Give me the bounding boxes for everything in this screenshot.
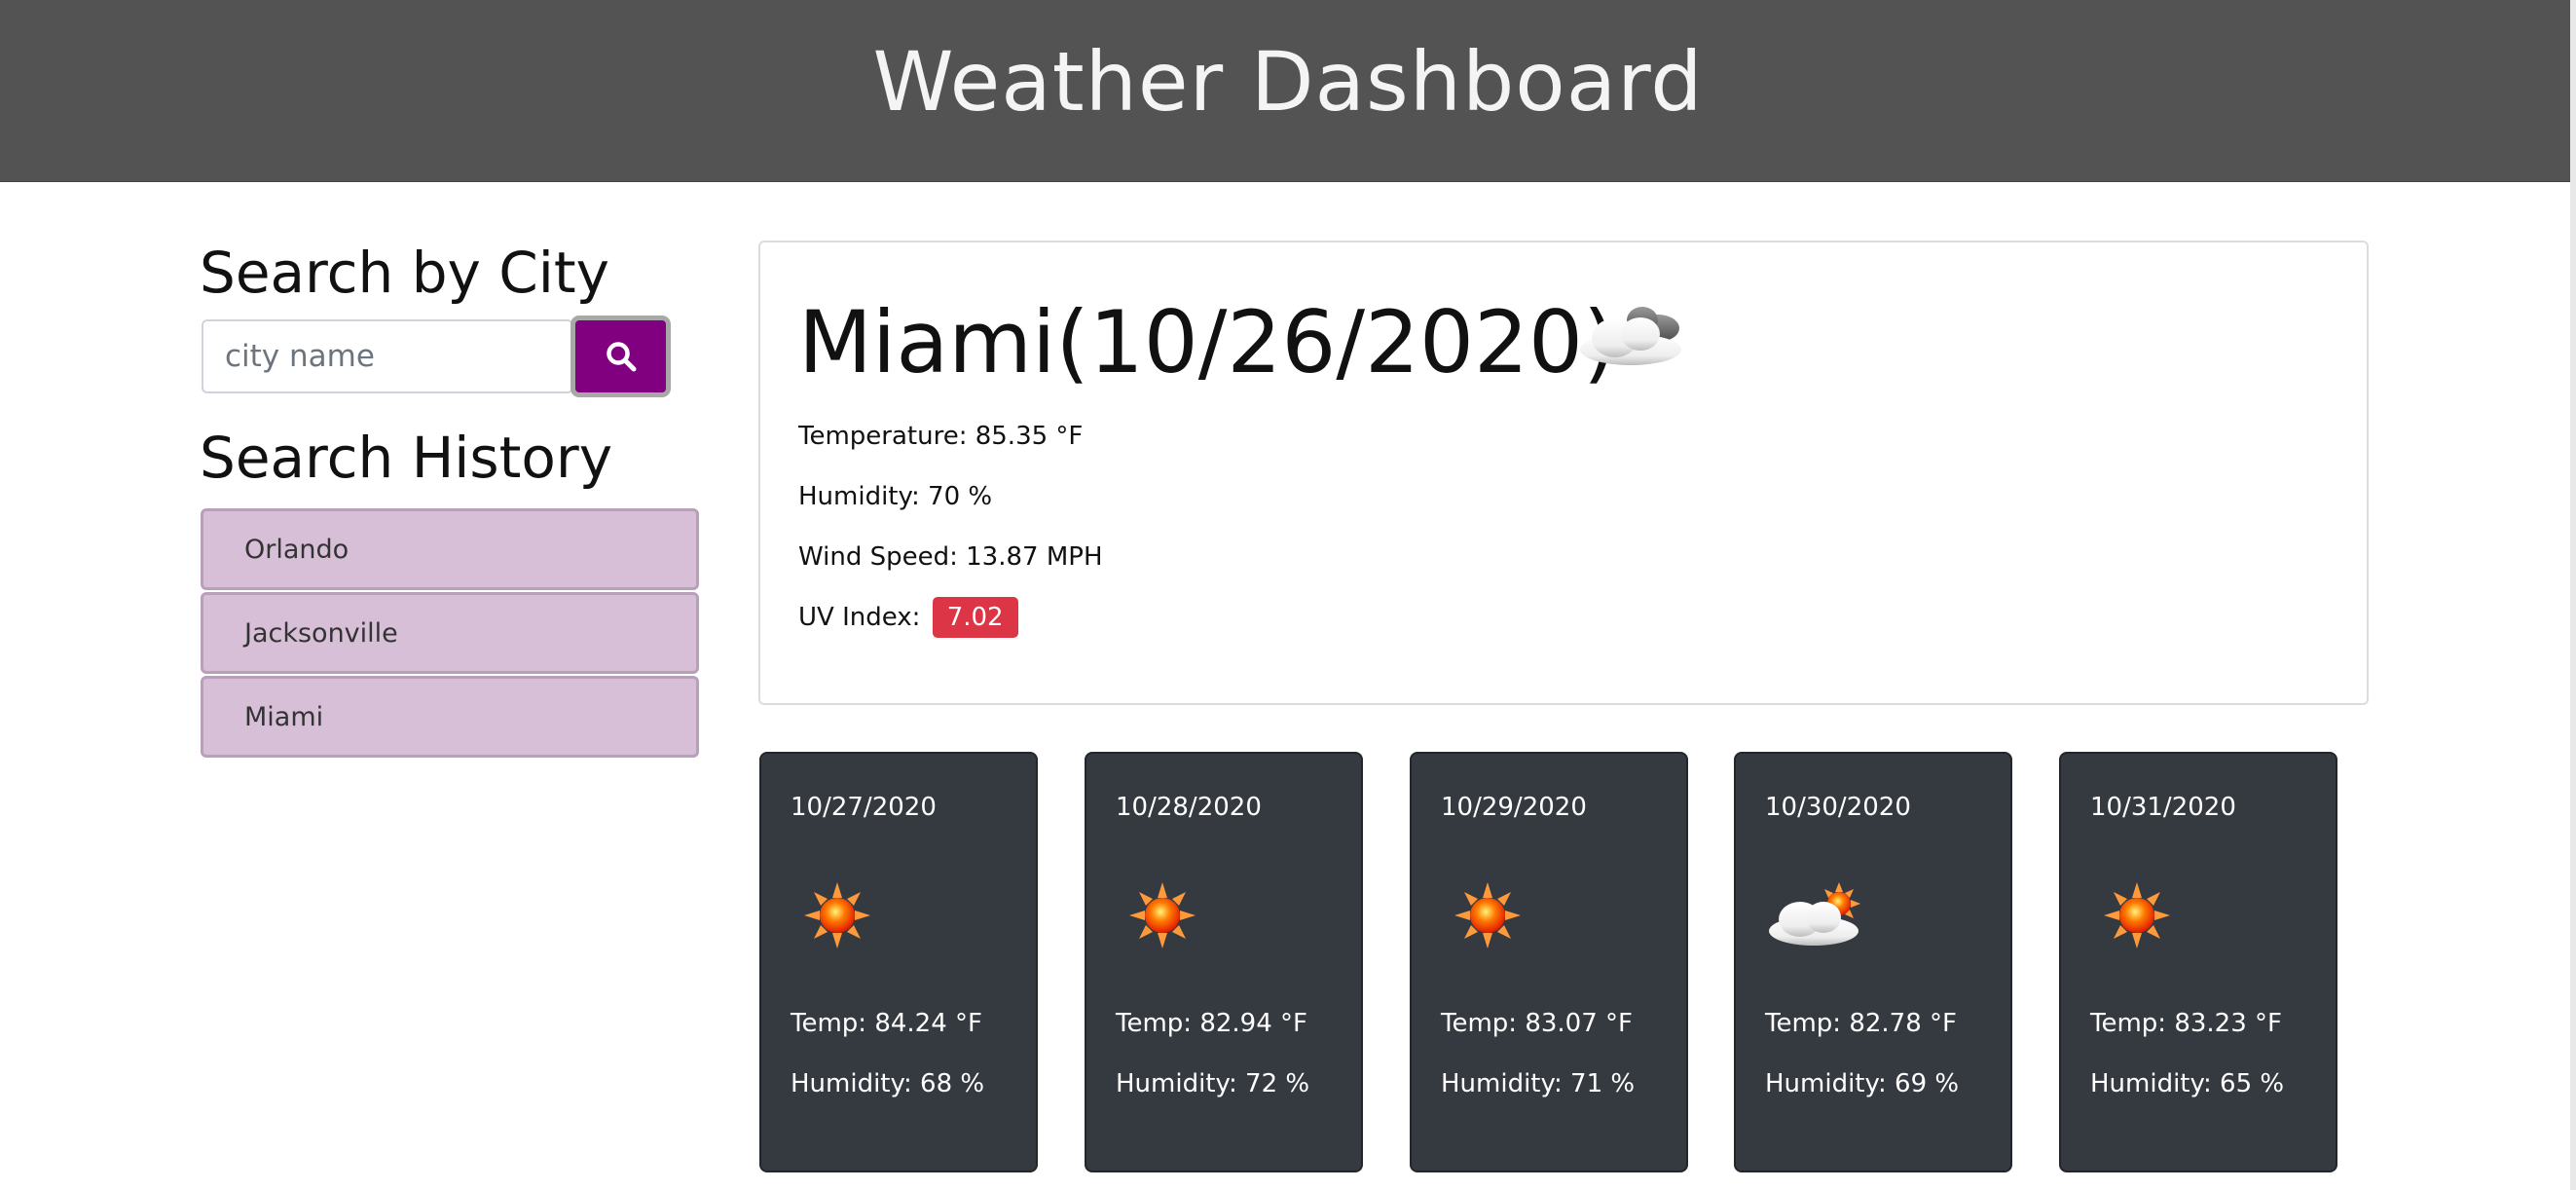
current-humidity: Humidity: 70 % <box>798 482 993 511</box>
history-item-label: Jacksonville <box>244 617 398 649</box>
forecast-humidity: Humidity: 69 % <box>1765 1069 1960 1098</box>
current-city-title: Miami(10/26/2020) <box>798 292 1617 392</box>
uv-label: UV Index: <box>798 603 921 632</box>
sun-icon <box>1441 869 1534 966</box>
history-title: Search History <box>200 425 613 491</box>
current-weather-card: Miami(10/26/2020) Temperature: 85.35 °F … <box>758 241 2369 705</box>
forecast-date: 10/28/2020 <box>1116 793 1262 822</box>
current-wind-speed: Wind Speed: 13.87 MPH <box>798 542 1103 572</box>
sun-icon <box>1116 869 1209 966</box>
forecast-humidity: Humidity: 71 % <box>1441 1069 1636 1098</box>
forecast-card: 10/27/2020 Temp: 84.24 °F Humidity: 68 % <box>759 752 1038 1172</box>
forecast-humidity: Humidity: 68 % <box>791 1069 985 1098</box>
search-icon <box>605 340 638 373</box>
forecast-temp: Temp: 82.78 °F <box>1765 1009 1957 1038</box>
uv-index-badge: 7.02 <box>932 597 1018 638</box>
city-search-input[interactable] <box>202 319 573 393</box>
page-title: Weather Dashboard <box>872 34 1704 130</box>
forecast-card: 10/31/2020 Temp: 83.23 °F Humidity: 65 % <box>2059 752 2337 1172</box>
history-item-miami[interactable]: Miami <box>201 676 699 758</box>
app-header: Weather Dashboard <box>0 0 2576 182</box>
sun-icon <box>791 869 884 966</box>
current-temperature: Temperature: 85.35 °F <box>798 422 1084 451</box>
forecast-date: 10/30/2020 <box>1765 793 1911 822</box>
current-uv-row: UV Index: 7.02 <box>798 597 1018 638</box>
forecast-temp: Temp: 83.23 °F <box>2090 1009 2282 1038</box>
forecast-date: 10/31/2020 <box>2090 793 2236 822</box>
forecast-card: 10/30/2020 Temp: 82.78 °F Humidity: 69 % <box>1734 752 2012 1172</box>
forecast-temp: Temp: 83.07 °F <box>1441 1009 1633 1038</box>
partly-cloudy-icon <box>1765 869 1872 966</box>
page-scrollbar[interactable] <box>2570 0 2576 1190</box>
forecast-temp: Temp: 82.94 °F <box>1116 1009 1307 1038</box>
forecast-card: 10/28/2020 Temp: 82.94 °F Humidity: 72 % <box>1085 752 1363 1172</box>
forecast-humidity: Humidity: 65 % <box>2090 1069 2285 1098</box>
forecast-date: 10/27/2020 <box>791 793 937 822</box>
search-title: Search by City <box>200 240 609 306</box>
search-button[interactable] <box>570 316 671 397</box>
forecast-temp: Temp: 84.24 °F <box>791 1009 982 1038</box>
history-item-jacksonville[interactable]: Jacksonville <box>201 592 699 674</box>
history-item-label: Miami <box>244 701 324 732</box>
forecast-humidity: Humidity: 72 % <box>1116 1069 1310 1098</box>
forecast-date: 10/29/2020 <box>1441 793 1587 822</box>
history-item-label: Orlando <box>244 534 350 565</box>
history-item-orlando[interactable]: Orlando <box>201 508 699 590</box>
cloudy-icon <box>1568 293 1689 381</box>
sun-icon <box>2090 869 2184 966</box>
forecast-card: 10/29/2020 Temp: 83.07 °F Humidity: 71 % <box>1410 752 1688 1172</box>
